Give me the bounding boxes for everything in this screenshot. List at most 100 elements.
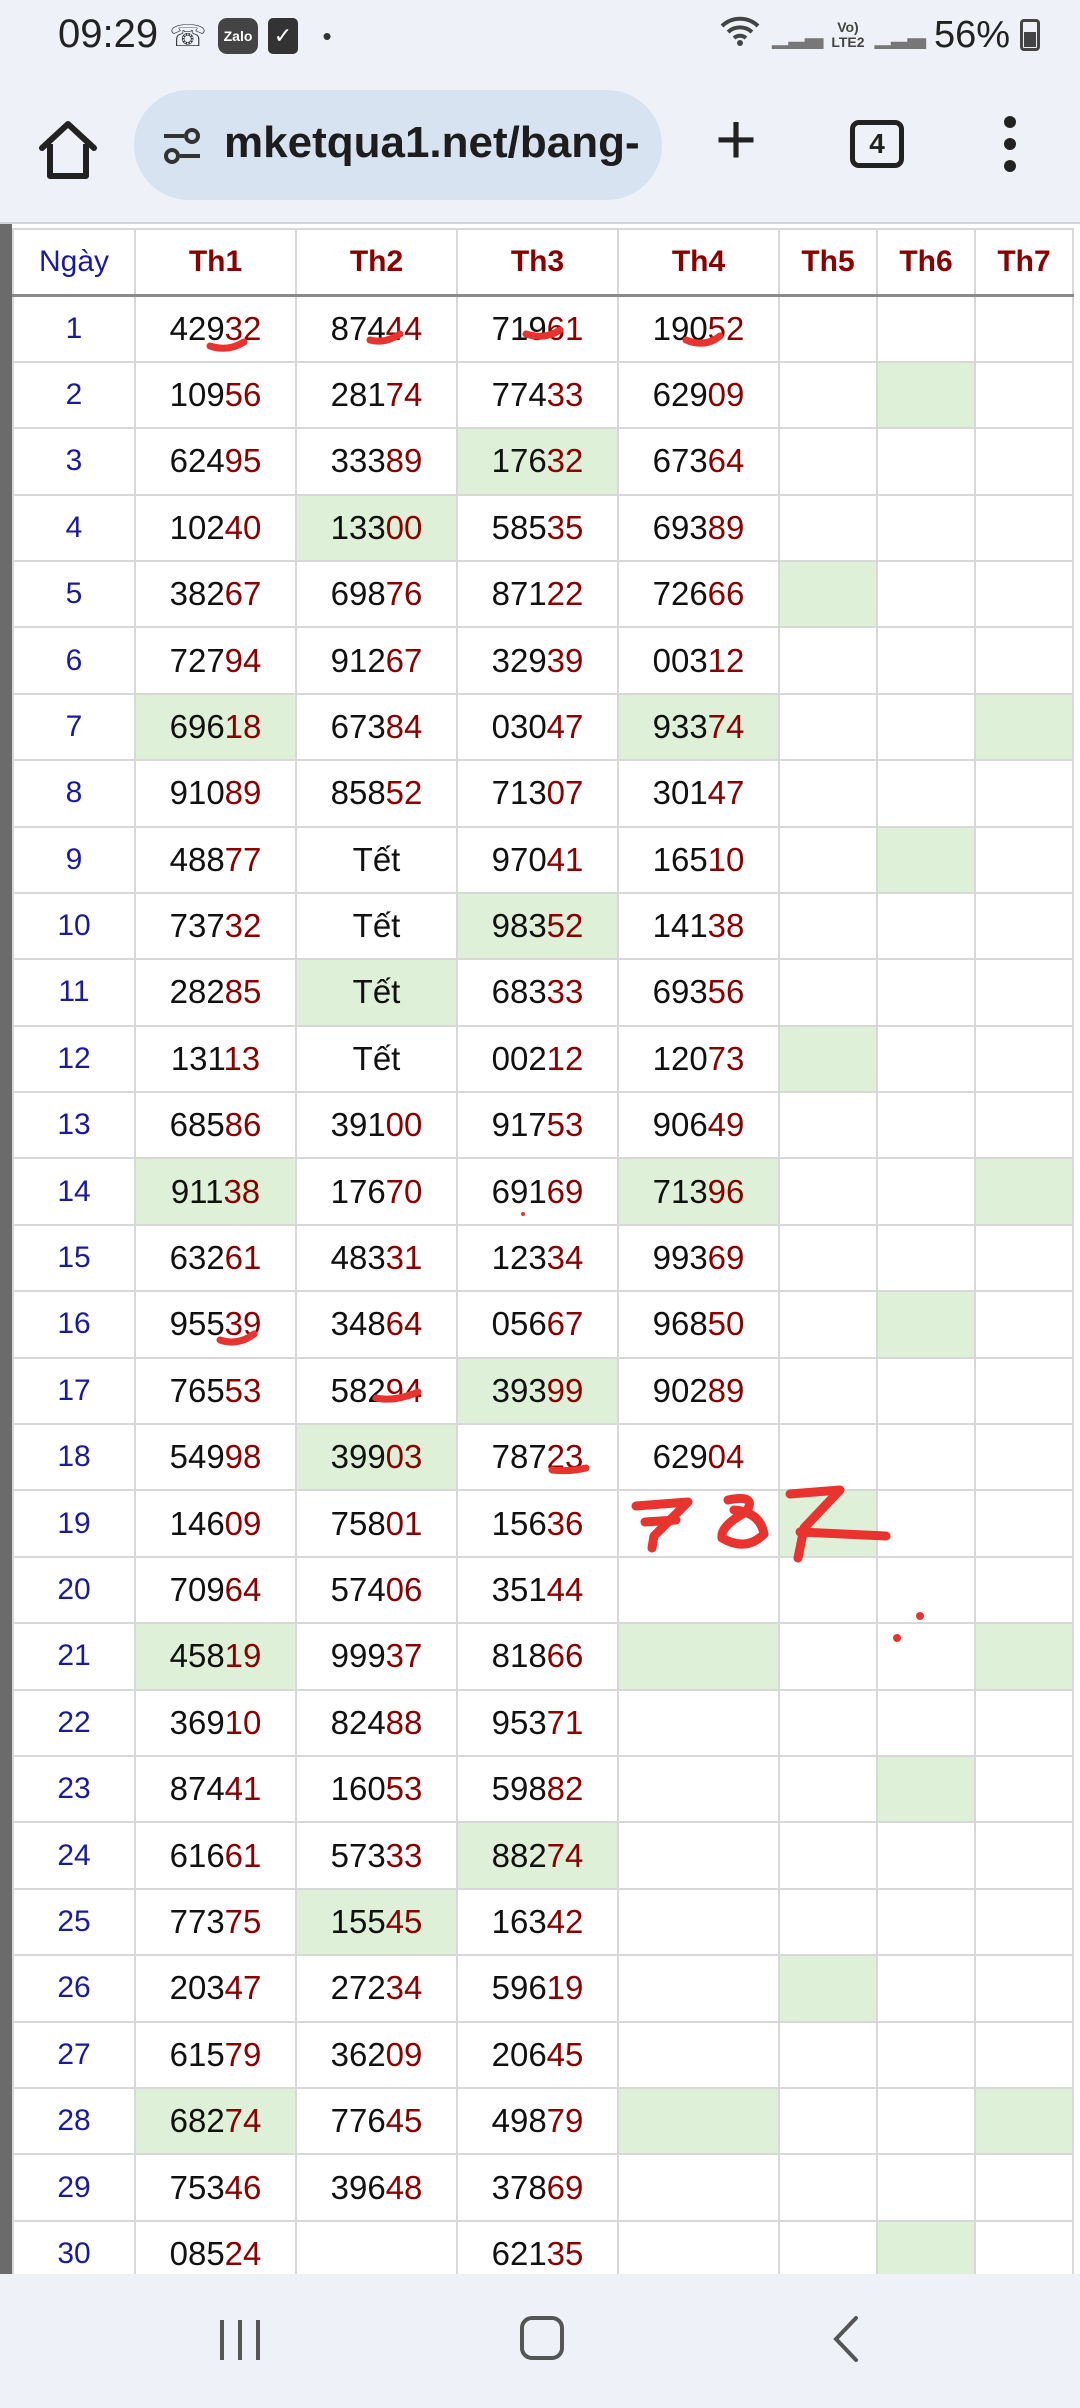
table-row: 24 61661 57333 88274: [12, 1821, 1074, 1890]
empty-cell: [617, 1622, 780, 1691]
result-prefix: 378: [491, 2168, 547, 2206]
empty-cell: [876, 427, 976, 496]
result-cell: 67364: [617, 427, 780, 496]
result-prefix: 685: [169, 1106, 225, 1144]
result-last-two-digits: 73: [707, 1039, 745, 1077]
result-prefix: 281: [330, 375, 386, 413]
empty-cell: [778, 2020, 878, 2089]
day-cell: 7: [12, 692, 136, 762]
result-prefix: 003: [652, 641, 708, 679]
system-navigation-bar: [0, 2274, 1080, 2408]
result-prefix: 163: [491, 1902, 547, 1940]
day-cell: 29: [12, 2153, 136, 2222]
result-prefix: 429: [169, 309, 225, 347]
result-prefix: 858: [330, 774, 386, 812]
result-cell: 39399: [456, 1356, 619, 1426]
table-row: 1 42932 87444 71961 19052: [12, 294, 1074, 363]
empty-cell: [876, 2086, 976, 2156]
column-header-th6: Th6: [876, 227, 976, 297]
empty-cell: [876, 559, 976, 629]
result-last-two-digits: 19: [546, 1969, 584, 2007]
result-prefix: 773: [169, 1902, 225, 1940]
result-cell: 67384: [295, 692, 458, 762]
result-last-two-digits: 41: [224, 1770, 262, 1808]
result-cell: 45819: [134, 1622, 297, 1691]
result-cell: 77375: [134, 1887, 297, 1957]
recent-apps-icon[interactable]: [218, 2320, 262, 2360]
result-last-two-digits: 53: [546, 1106, 584, 1144]
result-last-two-digits: 44: [385, 309, 423, 347]
result-last-two-digits: 88: [385, 1703, 423, 1741]
result-cell: 13300: [295, 493, 458, 562]
result-cell: 72666: [617, 559, 780, 629]
empty-cell: [778, 1622, 878, 1691]
day-cell: 6: [12, 626, 136, 695]
result-prefix: 272: [330, 1969, 386, 2007]
result-prefix: 155: [330, 1902, 386, 1940]
empty-cell: [778, 1157, 878, 1226]
table-row: 17 76553 58294 39399 90289: [12, 1356, 1074, 1426]
result-prefix: 176: [491, 442, 547, 480]
result-prefix: 301: [652, 774, 708, 812]
tabs-icon[interactable]: 4: [850, 120, 904, 168]
result-last-two-digits: 47: [707, 774, 745, 812]
result-prefix: 498: [491, 2102, 547, 2140]
day-cell: 25: [12, 1887, 136, 1957]
empty-cell: [617, 1489, 780, 1558]
tune-icon[interactable]: [160, 124, 204, 168]
table-row: 28 68274 77645 49879: [12, 2086, 1074, 2156]
result-cell: 76553: [134, 1356, 297, 1426]
result-prefix: 391: [330, 1106, 386, 1144]
url-text: mketqua1.net/bang-: [224, 118, 640, 167]
plus-icon[interactable]: +: [706, 104, 766, 176]
nav-home-icon[interactable]: [520, 2316, 564, 2360]
result-cell: 91138: [134, 1157, 297, 1226]
result-last-two-digits: 69: [707, 1239, 745, 1277]
result-last-two-digits: 89: [385, 442, 423, 480]
result-prefix: 120: [652, 1039, 708, 1077]
day-cell: 23: [12, 1754, 136, 1824]
result-cell: 61579: [134, 2020, 297, 2089]
empty-cell: [617, 1954, 780, 2023]
back-icon[interactable]: [826, 2314, 866, 2364]
result-prefix: 787: [491, 1438, 547, 1476]
home-icon[interactable]: [34, 116, 102, 184]
result-last-two-digits: 79: [224, 2035, 262, 2073]
empty-cell: [617, 2219, 780, 2274]
result-last-two-digits: 09: [224, 1504, 262, 1542]
table-row: 5 38267 69876 87122 72666: [12, 559, 1074, 629]
address-bar[interactable]: mketqua1.net/bang-: [134, 90, 662, 200]
empty-cell: [974, 2086, 1074, 2156]
result-cell: 93374: [617, 692, 780, 762]
empty-cell: [778, 1290, 878, 1359]
result-last-two-digits: 77: [224, 840, 262, 878]
result-prefix: 632: [169, 1239, 225, 1277]
result-last-two-digits: 89: [224, 774, 262, 812]
result-last-two-digits: 12: [707, 641, 745, 679]
result-prefix: 999: [330, 1637, 386, 1675]
result-prefix: 585: [491, 508, 547, 546]
result-cell: 35144: [456, 1555, 619, 1625]
status-bar: 09:29 ☏ Zalo ✓ • ▁▂▃ Vo) LTE2 ▁▂▃ 56%: [0, 0, 1080, 72]
result-prefix: 874: [169, 1770, 225, 1808]
result-cell: 61661: [134, 1821, 297, 1890]
result-cell: 68274: [134, 2086, 297, 2156]
result-last-two-digits: 56: [224, 375, 262, 413]
empty-cell: [778, 1223, 878, 1293]
result-last-two-digits: 99: [546, 1371, 584, 1409]
result-prefix: 727: [169, 641, 225, 679]
result-prefix: 624: [169, 442, 225, 480]
day-cell: 14: [12, 1157, 136, 1226]
result-last-two-digits: 03: [385, 1438, 423, 1476]
result-cell: 62909: [617, 360, 780, 430]
empty-cell: [778, 1489, 878, 1558]
result-cell: 69356: [617, 958, 780, 1027]
results-table-container[interactable]: Ngày Th1 Th2 Th3 Th4 Th5 Th6 Th7 1 42932 87444 719…: [0, 224, 1080, 2274]
more-vert-icon[interactable]: [996, 116, 1026, 176]
result-last-two-digits: 69: [546, 1172, 584, 1210]
result-prefix: 691: [491, 1172, 547, 1210]
holiday-cell: Tết: [295, 958, 458, 1027]
result-prefix: 362: [330, 2035, 386, 2073]
result-cell: 88274: [456, 1821, 619, 1890]
result-prefix: 396: [330, 2168, 386, 2206]
